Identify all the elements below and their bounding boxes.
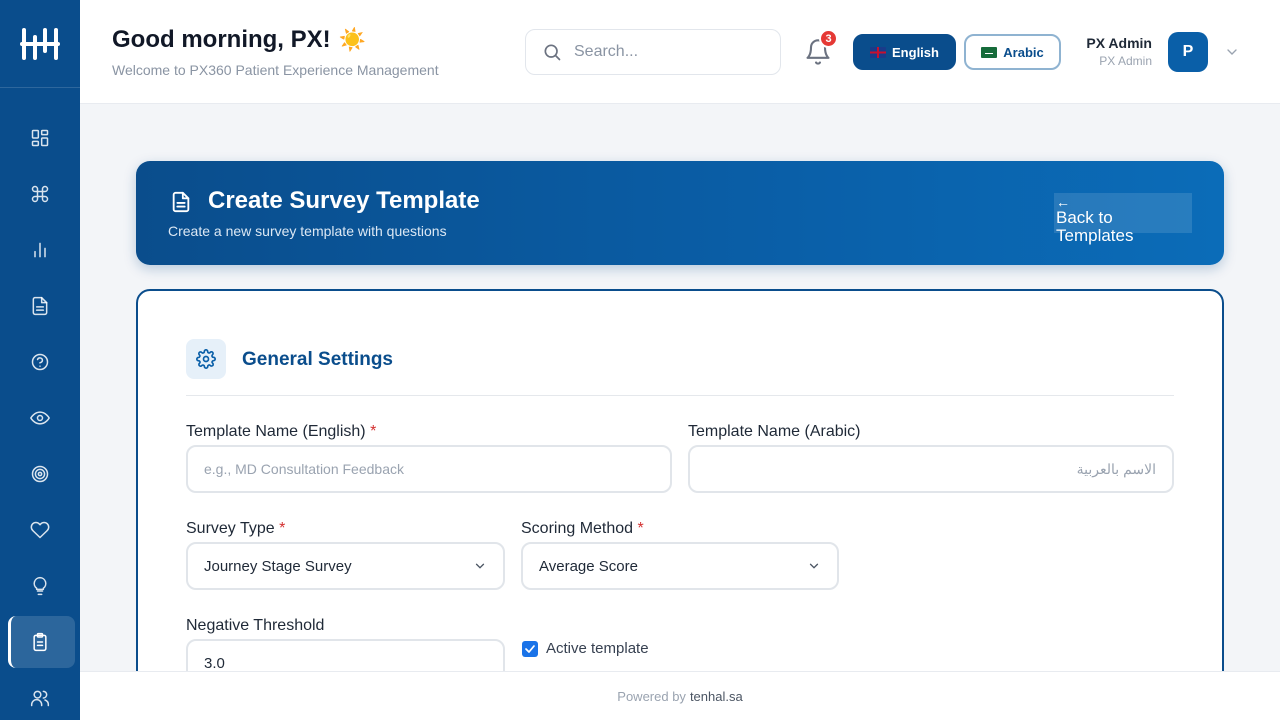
document-icon [32, 296, 48, 316]
template-name-en-label: Template Name (English) * [186, 423, 376, 441]
survey-type-label-text: Survey Type [186, 520, 275, 537]
search-box[interactable] [525, 29, 781, 75]
bar-chart-icon [34, 242, 46, 258]
search-icon [544, 44, 561, 61]
chevron-down-icon[interactable] [1224, 44, 1240, 60]
template-name-en-label-text: Template Name (English) [186, 423, 366, 440]
sidebar-item-appreciation[interactable] [0, 502, 80, 558]
command-icon [31, 185, 49, 203]
template-name-ar-label: Template Name (Arabic) [688, 423, 861, 440]
lightbulb-icon [33, 576, 47, 596]
page-title: Create Survey Template [208, 187, 480, 214]
arrow-left-icon: ← [1056, 194, 1070, 210]
greeting-title: Good morning, PX! ☀️ [112, 26, 366, 54]
general-settings-card: General Settings Template Name (English)… [136, 289, 1224, 709]
uk-flag-icon [870, 46, 887, 58]
section-title: General Settings [242, 349, 393, 370]
sidebar-nav [0, 88, 80, 720]
gear-icon [196, 349, 216, 369]
scoring-method-label-text: Scoring Method [521, 520, 634, 537]
logo-icon [20, 27, 60, 60]
checkbox-checked-icon[interactable] [522, 640, 538, 657]
top-header: Good morning, PX! ☀️ Welcome to PX360 Pa… [80, 0, 1280, 104]
required-mark: * [637, 520, 644, 537]
template-name-ar-input[interactable] [688, 445, 1174, 493]
search-input[interactable] [574, 43, 754, 61]
clipboard-icon [33, 632, 47, 652]
footer-brand-link[interactable]: tenhal.sa [690, 689, 743, 704]
greeting-text: Good morning, PX! [112, 26, 331, 53]
sun-icon: ☀️ [338, 27, 367, 52]
settings-icon-box [186, 339, 226, 379]
eye-icon [30, 411, 50, 425]
required-mark: * [279, 520, 286, 537]
chevron-down-icon [475, 563, 485, 569]
section-divider [186, 395, 1174, 396]
sidebar-item-analytics[interactable] [0, 222, 80, 278]
language-english-button[interactable]: English [853, 34, 956, 70]
language-english-label: English [892, 44, 939, 60]
user-name: PX Admin [1086, 35, 1152, 51]
user-role: PX Admin [1099, 54, 1152, 68]
survey-type-value: Journey Stage Survey [204, 557, 352, 575]
sidebar-item-users[interactable] [0, 670, 80, 720]
template-name-en-input[interactable] [186, 445, 672, 493]
back-to-templates-button[interactable]: ← Back to Templates [1054, 193, 1192, 245]
active-template-checkbox[interactable]: Active template [522, 640, 649, 657]
sidebar-item-surveys[interactable] [0, 614, 80, 670]
scoring-method-value: Average Score [539, 557, 638, 575]
users-icon [30, 690, 50, 707]
sidebar-item-ideas[interactable] [0, 558, 80, 614]
sidebar-item-observations[interactable] [0, 390, 80, 446]
scoring-method-select[interactable]: Average Score [521, 542, 839, 590]
dashboard-icon [31, 129, 49, 147]
back-to-templates-label: Back to Templates [1056, 208, 1134, 245]
notification-badge: 3 [819, 29, 838, 48]
file-text-icon [172, 191, 190, 213]
sidebar-item-help[interactable] [0, 334, 80, 390]
language-arabic-button[interactable]: Arabic [964, 34, 1061, 70]
help-circle-icon [31, 353, 49, 371]
sidebar-item-dashboard[interactable] [0, 110, 80, 166]
negative-threshold-label: Negative Threshold [186, 617, 325, 634]
app-logo[interactable] [0, 0, 80, 88]
welcome-subtitle: Welcome to PX360 Patient Experience Mana… [112, 62, 439, 78]
scoring-method-label: Scoring Method * [521, 520, 644, 538]
powered-by-text: Powered by [617, 688, 686, 704]
survey-type-select[interactable]: Journey Stage Survey [186, 542, 505, 590]
sidebar [0, 0, 80, 720]
saudi-flag-icon [981, 46, 998, 58]
user-avatar[interactable]: P [1168, 32, 1208, 72]
chevron-down-icon [809, 563, 819, 569]
survey-type-label: Survey Type * [186, 520, 285, 538]
active-template-label: Active template [546, 640, 649, 657]
sidebar-item-documents[interactable] [0, 278, 80, 334]
page-banner: Create Survey Template Create a new surv… [136, 161, 1224, 265]
heart-icon [30, 521, 50, 539]
page-subtitle: Create a new survey template with questi… [168, 223, 447, 239]
sidebar-item-targets[interactable] [0, 446, 80, 502]
page-footer: Powered by tenhal.sa [80, 671, 1280, 720]
language-arabic-label: Arabic [1003, 44, 1044, 60]
target-icon [31, 465, 49, 483]
sidebar-item-command[interactable] [0, 166, 80, 222]
required-mark: * [370, 423, 377, 440]
